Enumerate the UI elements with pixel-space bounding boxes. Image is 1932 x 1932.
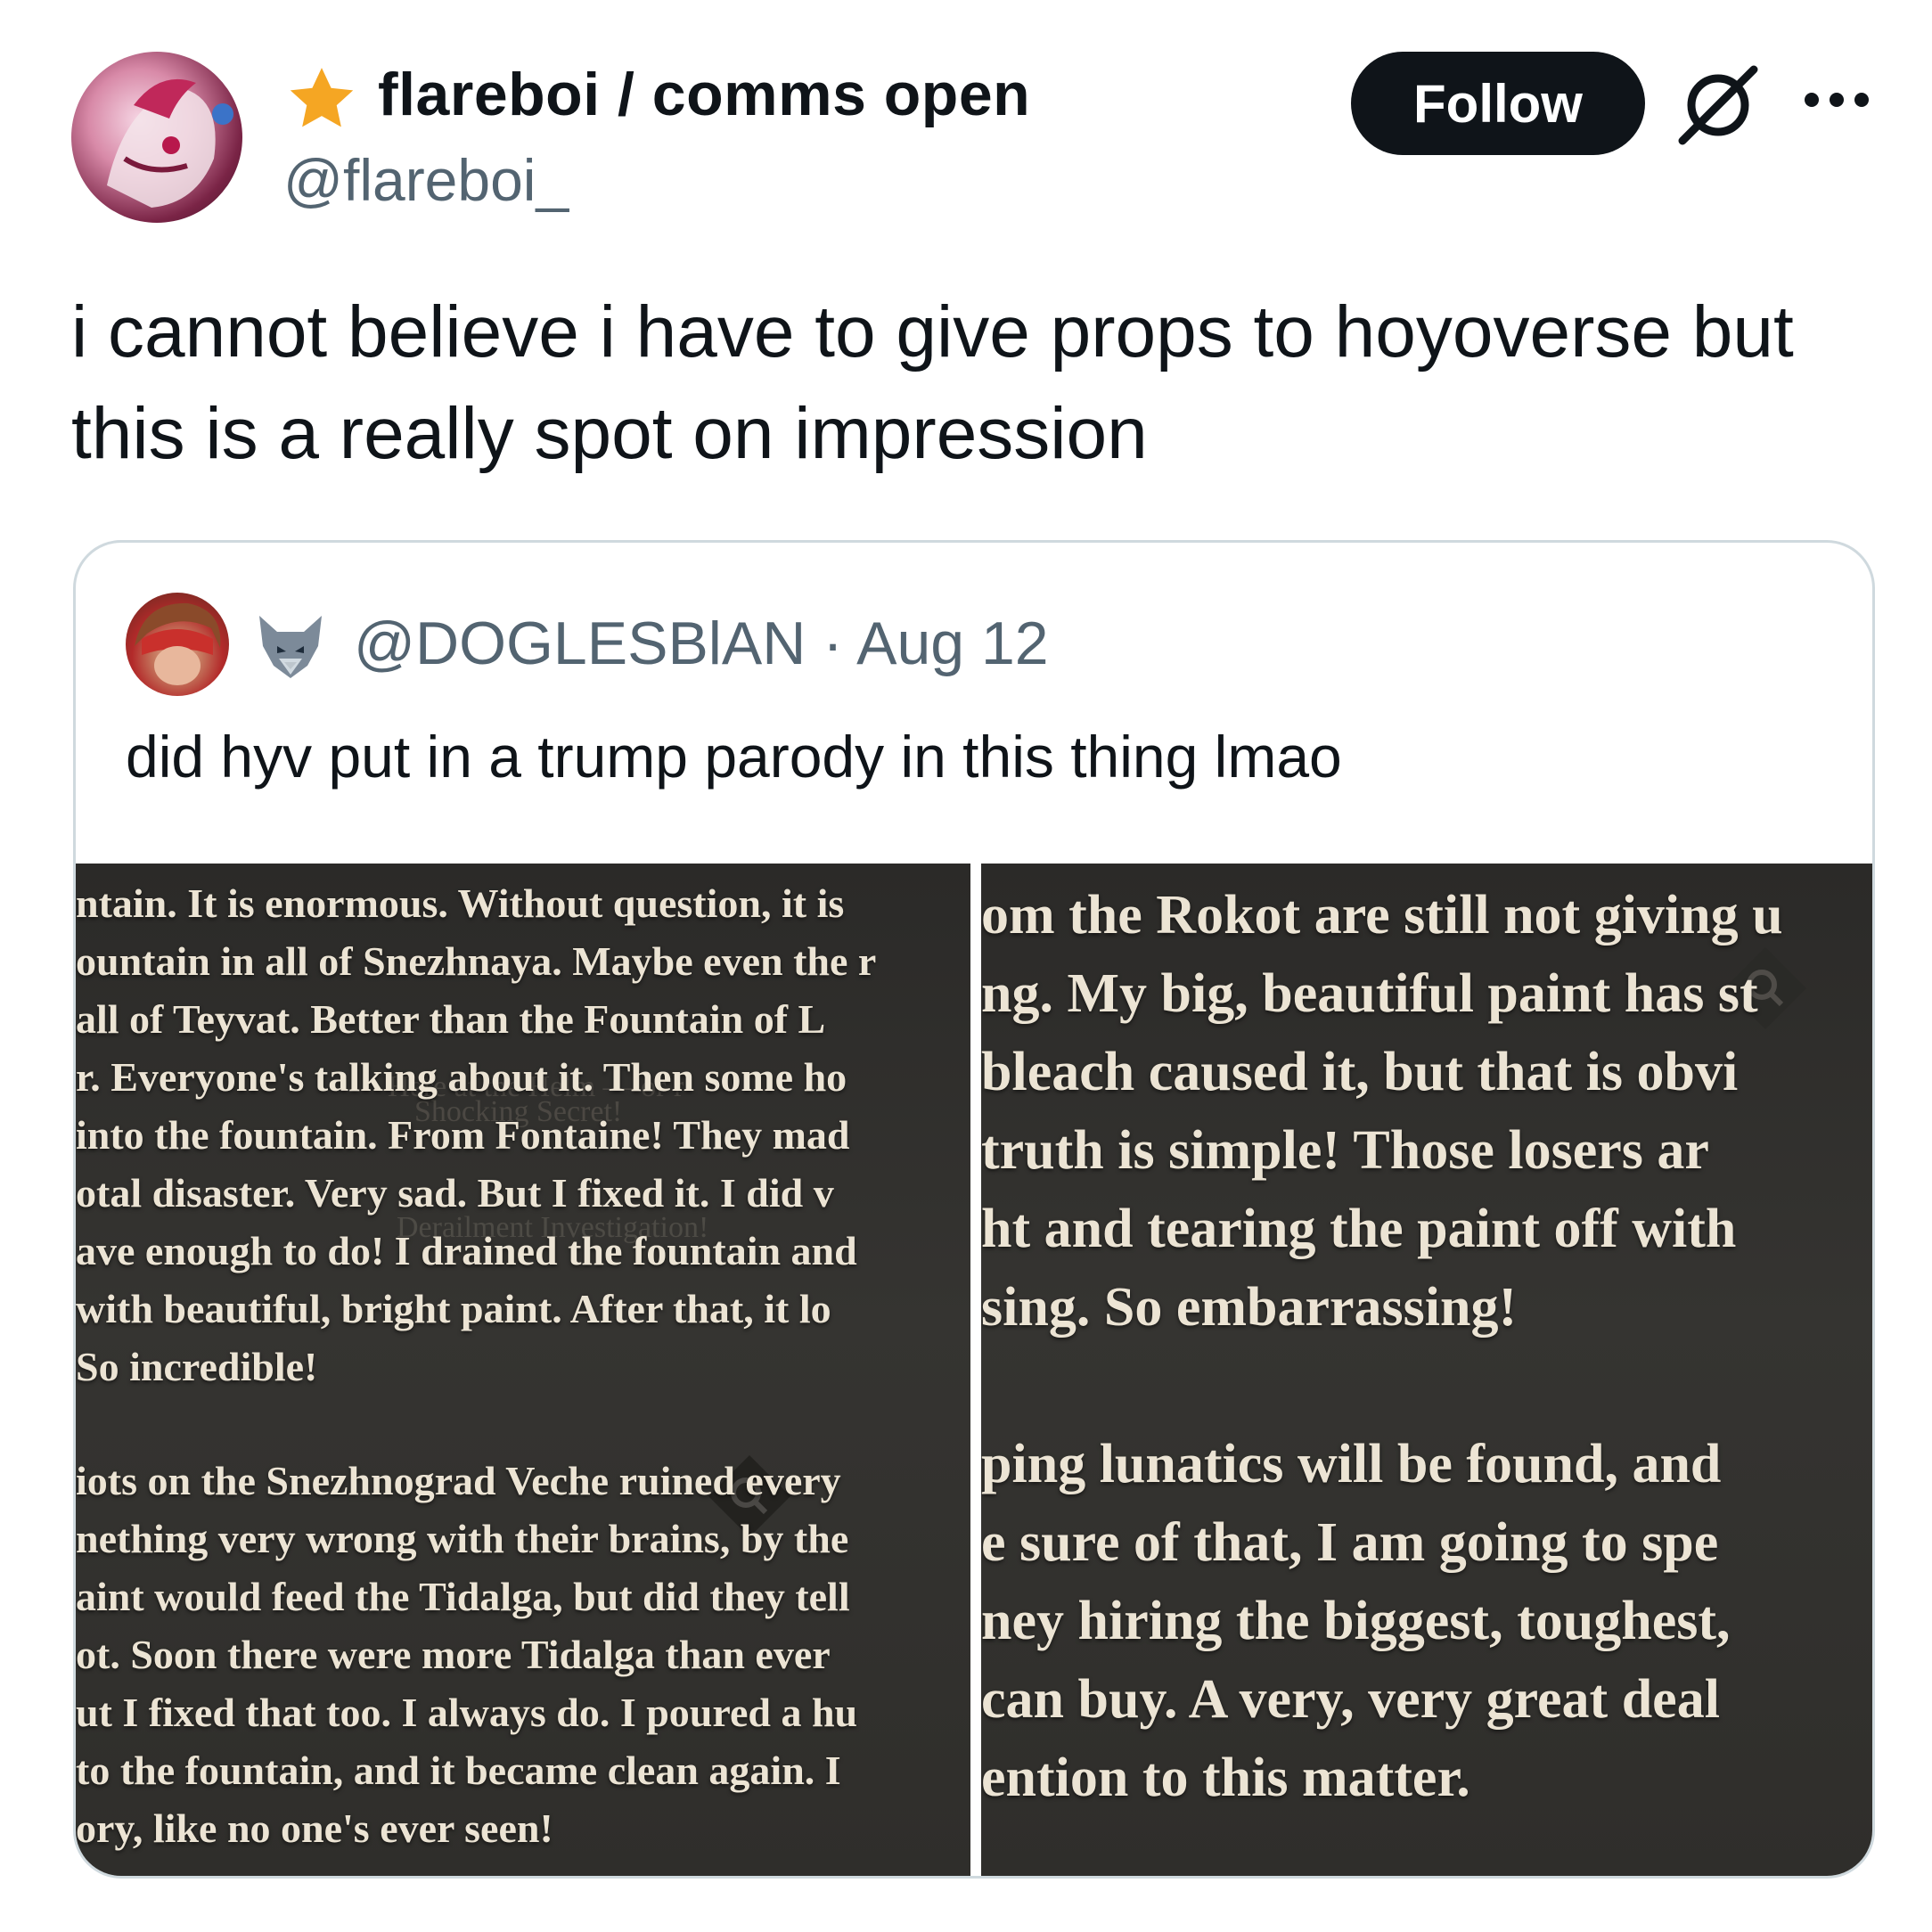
quoted-author-avatar[interactable] (126, 593, 229, 696)
game-text-line: ory, like no one's ever seen! (76, 1805, 553, 1851)
quoted-meta: @DOGLESBlAN · Aug 12 (354, 605, 1049, 682)
game-text-line: with beautiful, bright paint. After that… (76, 1286, 831, 1331)
game-text-line: can buy. A very, very great deal (981, 1669, 1720, 1730)
game-text-line: bleach caused it, but that is obvi (981, 1042, 1739, 1102)
author-avatar[interactable] (71, 52, 242, 223)
game-text-line: ot. Soon there were more Tidalga than ev… (76, 1632, 831, 1677)
game-text-line: iots on the Snezhnograd Veche ruined eve… (76, 1458, 841, 1503)
game-text-line: ention to this matter. (981, 1748, 1470, 1808)
author-display-name[interactable]: flareboi / comms open (378, 57, 1030, 132)
quoted-handle[interactable]: @DOGLESBlAN (354, 610, 806, 677)
game-text-line: e sure of that, I am going to spe (981, 1512, 1719, 1573)
game-text-line: all of Teyvat. Better than the Fountain … (76, 996, 826, 1042)
game-text-line: sing. So embarrassing! (981, 1277, 1518, 1338)
author-handle[interactable]: @flareboi_ (283, 144, 569, 216)
game-text-line: aint would feed the Tidalga, but did the… (76, 1574, 850, 1619)
game-text-line: to the fountain, and it became clean aga… (76, 1748, 841, 1793)
game-text-line: ave enough to do! I drained the fountain… (76, 1228, 857, 1273)
more-horizontal-icon[interactable] (1802, 89, 1871, 111)
game-text-line: om the Rokot are still not giving u (981, 885, 1783, 946)
game-text-line: into the fountain. From Fontaine! They m… (76, 1112, 850, 1158)
avatar-illustration (107, 78, 233, 208)
game-text-line: otal disaster. Very sad. But I fixed it.… (76, 1170, 834, 1216)
game-text-line: ng. My big, beautiful paint has st (981, 963, 1758, 1024)
screenshot-left[interactable]: Here at the Helm — or r Shocking Secret!… (76, 864, 970, 1876)
game-text-line: r. Everyone's talking about it. Then som… (76, 1054, 847, 1100)
quoted-tweet-text: did hyv put in a trump parody in this th… (126, 724, 1342, 790)
game-text-line: ney hiring the biggest, toughest, (981, 1591, 1731, 1651)
game-text-line: truth is simple! Those losers ar (981, 1120, 1709, 1181)
wolf-icon (259, 616, 322, 678)
game-text-line: ountain in all of Snezhnaya. Maybe even … (76, 938, 877, 984)
game-text-line: nething very wrong with their brains, by… (76, 1516, 849, 1561)
tweet-text: i cannot believe i have to give props to… (71, 282, 1871, 485)
tweet-text-line: i cannot believe i have to give props to… (71, 291, 1794, 372)
tweet-text-line: this is a really spot on impression (71, 393, 1148, 474)
game-text-line: ping lunatics will be found, and (981, 1434, 1722, 1494)
game-text-line: ht and tearing the paint off with (981, 1199, 1737, 1259)
image-divider (970, 864, 981, 1876)
follow-button[interactable]: Follow (1351, 52, 1645, 155)
quoted-tweet-card[interactable]: @DOGLESBlAN · Aug 12 did hyv put in a tr… (73, 540, 1875, 1879)
game-text-line: ut I fixed that too. I always do. I pour… (76, 1690, 858, 1735)
screenshot-right[interactable]: om the Rokot are still not giving u ng. … (981, 864, 1872, 1876)
quoted-avatar-illustration (135, 602, 221, 685)
quoted-date[interactable]: Aug 12 (856, 610, 1049, 677)
game-text-line: So incredible! (76, 1344, 318, 1389)
meta-separator: · (823, 610, 843, 677)
grok-icon[interactable] (1675, 62, 1761, 148)
star-icon (290, 68, 354, 127)
game-text-line: ntain. It is enormous. Without question,… (76, 880, 845, 926)
